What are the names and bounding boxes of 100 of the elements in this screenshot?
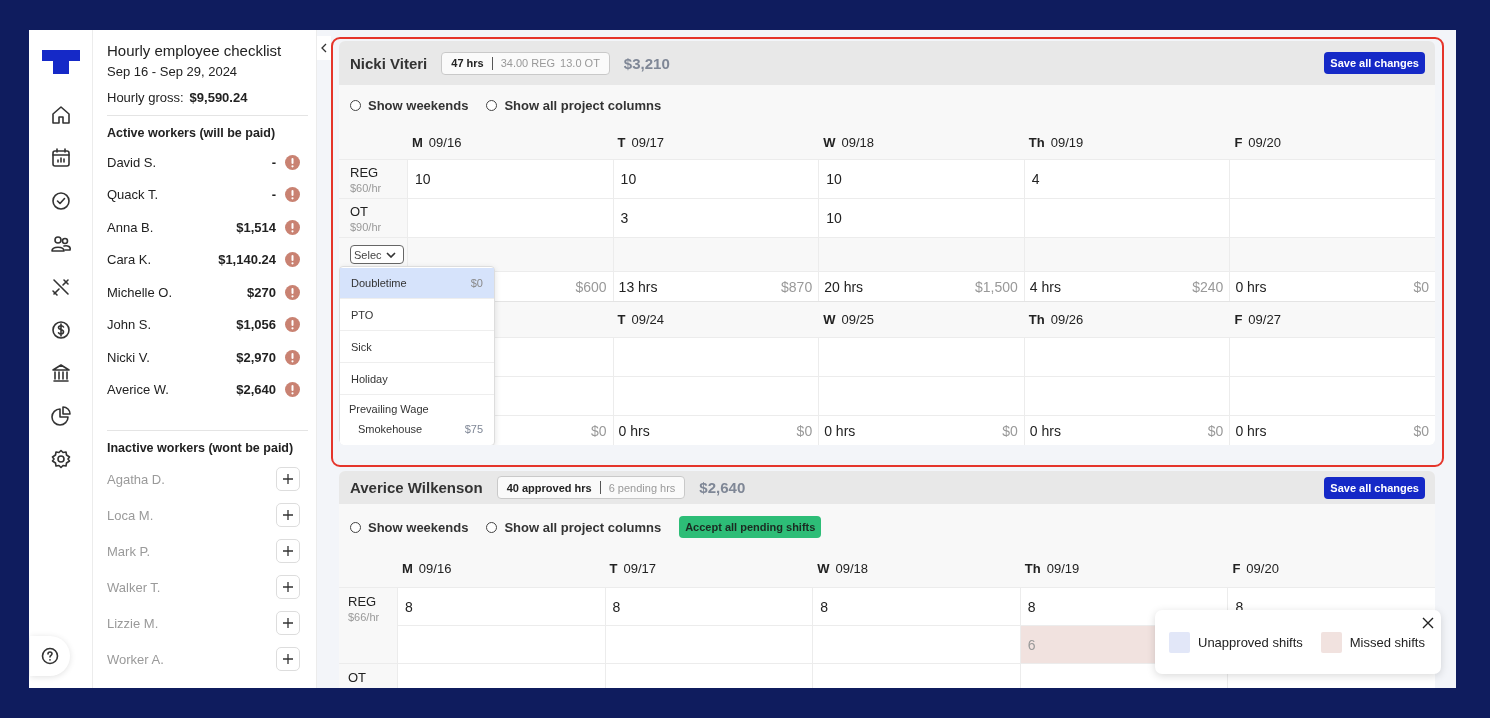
hours-cell[interactable]: 10 [818, 159, 1024, 198]
row-label: OT [348, 670, 368, 685]
hours-sum: 0 hrs [1029, 422, 1061, 439]
worker-name: Walker T. [107, 579, 162, 595]
menu-item[interactable]: Sick [340, 332, 494, 363]
weekday-label: W [817, 561, 830, 576]
weekday-label: Th [1024, 561, 1041, 576]
settings-icon[interactable] [49, 448, 72, 470]
people-icon[interactable] [49, 233, 72, 255]
worker-amount: - [271, 187, 276, 203]
add-button[interactable] [276, 539, 300, 563]
weekday-label: T [617, 134, 626, 150]
rate-label: $66/hr [348, 611, 381, 623]
plus-icon [283, 582, 293, 592]
hours-cell[interactable] [812, 625, 1020, 663]
home-icon[interactable] [49, 104, 72, 126]
hours-cell[interactable]: 8 [604, 587, 813, 625]
option-label[interactable]: Show weekends [368, 519, 469, 535]
add-button[interactable] [276, 647, 300, 671]
logo [41, 50, 80, 74]
hours-total: 40 approved hrs [506, 481, 592, 494]
weekday-label: W [823, 312, 836, 327]
add-button[interactable] [276, 611, 300, 635]
hours-sum: 0 hrs [824, 422, 856, 439]
worker-amount: $1,514 [236, 219, 276, 235]
legend-label: Missed shifts [1349, 634, 1425, 650]
select-field[interactable]: Selec [350, 245, 404, 264]
hours-cell[interactable]: 10 [818, 198, 1024, 237]
date-label: 09/25 [841, 312, 874, 327]
hours-cell[interactable]: 3 [612, 198, 819, 237]
radio-button[interactable] [350, 99, 361, 111]
menu-item[interactable]: Holiday [340, 364, 494, 395]
worker-name[interactable]: Anna B. [107, 219, 237, 235]
date-label: 09/16 [418, 561, 452, 576]
worker-name[interactable]: David S. [107, 154, 272, 170]
row-label: REG [348, 594, 378, 609]
add-button[interactable] [276, 503, 300, 527]
check-circle-icon[interactable] [49, 190, 72, 212]
date-label: 09/19 [1046, 561, 1080, 576]
hours-cell[interactable]: 10 [407, 159, 613, 198]
worker-name[interactable]: Quack T. [107, 187, 272, 203]
pay-sum: $1,500 [974, 278, 1018, 295]
worker-amount: $2,970 [236, 349, 276, 365]
date-label: 09/19 [1050, 134, 1084, 150]
section-heading: Active workers (will be paid) [107, 126, 277, 140]
worker-name[interactable]: Nicki V. [107, 349, 237, 365]
collapse-button[interactable] [317, 36, 331, 60]
worker-name[interactable]: Cara K. [107, 252, 219, 268]
menu-item[interactable]: PTO [340, 300, 494, 331]
help-button[interactable] [30, 636, 70, 676]
option-label[interactable]: Show all project columns [504, 519, 662, 535]
pay-sum: $0 [591, 422, 607, 439]
hours-cell[interactable]: 4 [1023, 159, 1230, 198]
close-icon[interactable] [1421, 616, 1435, 630]
worker-amount: $1,140.24 [218, 252, 276, 268]
chevron-down-icon [385, 251, 396, 258]
date-label: 09/17 [623, 561, 657, 576]
radio-button[interactable] [350, 521, 361, 533]
pay-sum: $240 [1192, 278, 1224, 295]
rate-label: $90/hr [350, 220, 383, 233]
date-label: 09/27 [1248, 312, 1281, 327]
dollar-icon[interactable] [49, 319, 72, 341]
weekday-label: W [823, 134, 836, 150]
tools-icon[interactable] [49, 276, 72, 298]
pay-total: $3,210 [623, 54, 671, 72]
hours-cell[interactable]: 8 [397, 587, 605, 625]
hours-cell[interactable]: 8 [812, 587, 1020, 625]
employee-name: Nicki Viteri [350, 54, 428, 72]
save-button[interactable]: Save all changes [1324, 476, 1425, 499]
section-heading: Inactive workers (wont be paid) [107, 441, 295, 455]
weekday-label: T [617, 312, 626, 327]
menu-item[interactable]: Smokehouse $75 [340, 417, 494, 443]
pie-chart-icon[interactable] [49, 405, 72, 427]
menu-item[interactable]: Doubletime $0 [340, 268, 494, 299]
accept-button[interactable]: Accept all pending shifts [679, 516, 822, 538]
plus-icon [283, 618, 293, 628]
hours-sum: 0 hrs [1235, 422, 1267, 439]
hours-sum: 20 hrs [824, 278, 864, 295]
worker-name: Agatha D. [107, 471, 166, 487]
worker-name[interactable]: John S. [107, 317, 237, 333]
hours-cell[interactable]: 10 [612, 159, 819, 198]
plus-icon [283, 546, 293, 556]
date-range: Sep 16 - Sep 29, 2024 [107, 64, 239, 79]
bank-icon[interactable] [49, 362, 72, 384]
page-title: Hourly employee checklist [107, 42, 283, 59]
add-button[interactable] [276, 575, 300, 599]
worker-name[interactable]: Averice W. [107, 382, 237, 398]
hours-sum: 0 hrs [1235, 278, 1267, 295]
add-button[interactable] [276, 467, 300, 491]
worker-name: Loca M. [107, 507, 155, 523]
option-label[interactable]: Show all project columns [504, 97, 662, 113]
save-button[interactable]: Save all changes [1324, 52, 1425, 74]
hours-sum: 0 hrs [618, 422, 650, 439]
hours-detail: 34.00 REG [500, 57, 556, 69]
radio-button[interactable] [486, 99, 498, 111]
radio-button[interactable] [486, 521, 498, 533]
option-label[interactable]: Show weekends [368, 97, 469, 113]
calendar-icon[interactable] [49, 147, 72, 169]
worker-name[interactable]: Michelle O. [107, 284, 248, 300]
weekday-label: T [609, 561, 618, 576]
